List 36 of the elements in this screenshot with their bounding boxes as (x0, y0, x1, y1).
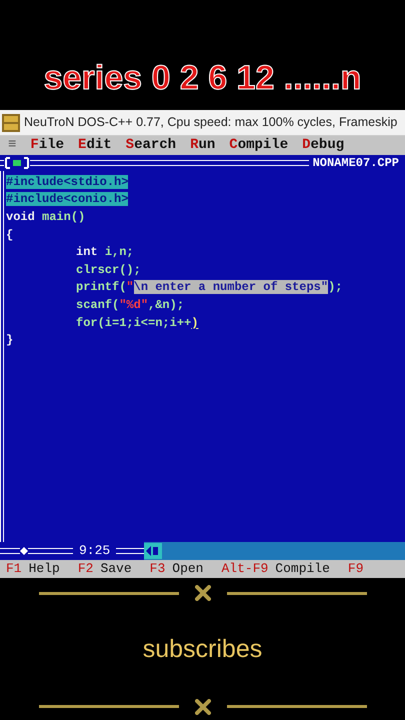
window-title: NeuTroN DOS-C++ 0.77, Cpu speed: max 100% cycles, Frameskip (24, 114, 398, 132)
shortcut-label: Open (172, 560, 204, 578)
shortcut-label: Help (28, 560, 60, 578)
menu-item[interactable]: Search (126, 135, 176, 156)
menu-item[interactable]: Debug (302, 135, 344, 156)
system-menu[interactable]: ≡ (8, 135, 16, 156)
code-line: printf("\n enter a number of steps"); (76, 279, 342, 296)
code-line: void main() (6, 208, 86, 226)
cross-icon (194, 585, 210, 602)
code-line: } (6, 332, 14, 350)
file-name: NONAME07.CPP (312, 155, 400, 172)
code-line: int i,n; (76, 244, 134, 262)
shortcut-label: Compile (275, 560, 330, 578)
horizontal-scrollbar[interactable] (144, 542, 405, 560)
position-marker-icon (20, 547, 28, 555)
cursor-position: 9:25 (78, 542, 112, 560)
video-title: series 0 2 6 12 ......n (44, 58, 362, 99)
code-line: scanf("%d",&n); (76, 296, 184, 314)
shortcut-key[interactable]: F1 (6, 559, 22, 579)
app-icon (2, 114, 20, 132)
code-line: { (6, 226, 14, 244)
menu-item[interactable]: Edit (78, 135, 112, 156)
menu-item[interactable]: File (30, 135, 64, 156)
menu-item[interactable]: Run (190, 135, 216, 156)
shortcut-label: Save (100, 560, 132, 578)
menu-item[interactable]: Compile (229, 135, 288, 156)
shortcut-key[interactable]: F9 (348, 559, 364, 579)
shortcut-key[interactable]: Alt-F9 (221, 559, 268, 579)
code-line: for(i=1;i<=n;i++) (76, 314, 198, 332)
cross-icon (194, 698, 210, 715)
shortcut-key[interactable]: F2 (78, 559, 94, 579)
shortcut-key[interactable]: F3 (150, 559, 166, 579)
close-box-icon[interactable] (4, 157, 30, 169)
subscribe-text: subscribes (142, 634, 262, 666)
scroll-left-icon[interactable] (144, 543, 162, 559)
code-line: clrscr(); (76, 262, 141, 279)
